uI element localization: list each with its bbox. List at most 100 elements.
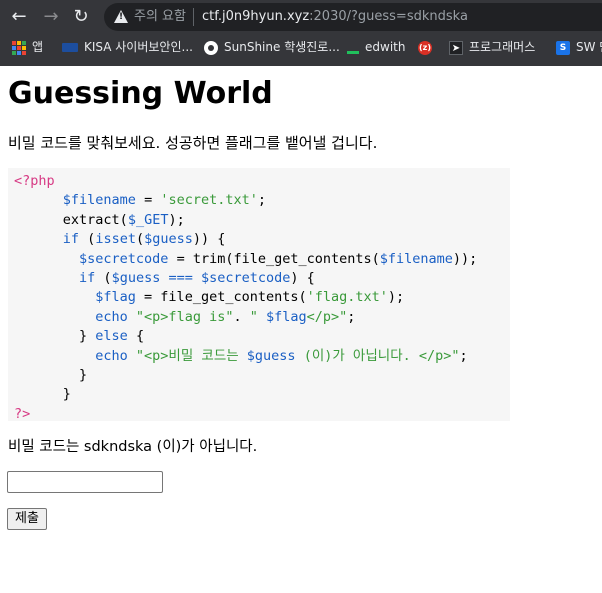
z-icon: (z) xyxy=(418,40,432,55)
code-token: === xyxy=(160,270,201,286)
code-token: $guess xyxy=(144,231,193,248)
bookmark-label: KISA 사이버보안인... xyxy=(84,40,193,54)
bookmark-label: 프로그래머스 xyxy=(469,40,536,54)
bookmark-label: SunShine 학생진로... xyxy=(224,40,340,54)
back-arrow-icon[interactable]: ← xyxy=(8,6,30,28)
bookmark-kisa[interactable]: KISA 사이버보안인... xyxy=(62,38,193,56)
code-line: $filename = 'secret.txt'; xyxy=(14,191,266,210)
code-token: } xyxy=(79,328,96,345)
code-token: <?php xyxy=(14,173,55,189)
code-token: echo xyxy=(95,308,128,325)
bookmark-edwith[interactable]: edwith xyxy=(347,38,405,56)
page-content: Guessing World 비밀 코드를 맞춰보세요. 성공하면 플래그를 뱉… xyxy=(0,66,602,593)
code-token: isset xyxy=(95,231,136,248)
bookmark-apps[interactable]: 앱 xyxy=(12,38,43,56)
code-token: $filename xyxy=(379,250,453,267)
code-line: echo "<p>flag is". " $flag</p>"; xyxy=(14,308,355,327)
code-line: extract($_GET); xyxy=(14,211,185,230)
code-token: else xyxy=(95,328,128,345)
code-token: ); xyxy=(168,211,185,228)
code-line: if (isset($guess)) { xyxy=(14,230,226,249)
page-description: 비밀 코드를 맞춰보세요. 성공하면 플래그를 뱉어낼 겁니다. xyxy=(8,134,378,152)
code-token: = file_get_contents( xyxy=(135,289,307,306)
code-token: ); xyxy=(387,289,405,306)
code-line: } xyxy=(14,385,71,404)
code-line: <?php xyxy=(14,172,55,191)
url-separator xyxy=(193,8,194,26)
warning-icon[interactable] xyxy=(114,10,128,23)
code-token: = trim(file_get_contents( xyxy=(168,250,380,267)
bookmark-programmers[interactable]: ➤ 프로그래머스 xyxy=(449,38,535,56)
submit-button[interactable]: 제출 xyxy=(7,508,47,530)
bookmark-sw[interactable]: S SW 단 xyxy=(556,38,602,56)
page-title: Guessing World xyxy=(8,76,273,111)
forward-arrow-icon[interactable]: → xyxy=(40,6,62,28)
code-line: } else { xyxy=(14,327,144,346)
edwith-icon xyxy=(347,41,359,54)
code-token: ?> xyxy=(14,405,31,422)
code-token: = xyxy=(135,192,161,209)
code-token: $filename xyxy=(62,192,136,209)
php-source-code: <?php $filename = 'secret.txt'; extract(… xyxy=(8,168,510,424)
kisa-logo-icon xyxy=(62,43,78,52)
sunshine-icon xyxy=(204,40,218,55)
code-token: "<p>비밀 코드는 xyxy=(127,347,247,364)
address-bar[interactable]: 주의 요함 ctf.j0n9hyun.xyz:2030/?guess=sdknd… xyxy=(104,3,602,31)
browser-chrome: ← → ↻ 주의 요함 ctf.j0n9hyun.xyz:2030/?guess… xyxy=(0,0,602,66)
bookmark-label: SW 단 xyxy=(576,40,602,54)
code-token: " xyxy=(249,308,258,325)
code-token: . xyxy=(233,308,250,325)
url-text[interactable]: ctf.j0n9hyun.xyz:2030/?guess=sdkndska xyxy=(202,9,468,25)
bookmark-z[interactable]: (z) xyxy=(418,38,438,56)
code-token: ) { xyxy=(290,270,315,286)
code-token: $secretcode xyxy=(79,250,169,267)
code-token: } xyxy=(62,386,71,403)
code-token: ( xyxy=(95,270,112,286)
code-token: </p>" xyxy=(306,308,348,325)
code-token: )); xyxy=(452,250,478,267)
bookmarks-bar: 앱 KISA 사이버보안인... SunShine 학생진로... edwith… xyxy=(0,34,602,60)
apps-grid-icon xyxy=(12,40,26,55)
code-token: ( xyxy=(79,231,96,248)
code-token: 'secret.txt' xyxy=(160,192,258,209)
url-path: :2030/?guess=sdkndska xyxy=(309,9,468,24)
security-label[interactable]: 주의 요함 xyxy=(134,9,186,25)
result-message: 비밀 코드는 sdkndska (이)가 아닙니다. xyxy=(8,439,258,455)
code-token: ; xyxy=(257,192,267,209)
guess-input[interactable] xyxy=(7,471,163,493)
code-token: if xyxy=(62,231,80,248)
programmers-icon: ➤ xyxy=(449,40,463,55)
code-token: $flag xyxy=(257,308,307,325)
code-token: echo xyxy=(95,347,128,364)
bookmark-sunshine[interactable]: SunShine 학생진로... xyxy=(204,38,340,56)
code-token: $_GET xyxy=(127,211,169,228)
bookmark-label: edwith xyxy=(365,40,406,54)
code-token: )) { xyxy=(192,231,226,248)
code-token: ( xyxy=(135,231,145,248)
reload-icon[interactable]: ↻ xyxy=(70,6,92,28)
code-token: ; xyxy=(459,347,468,364)
code-line: echo "<p>비밀 코드는 $guess (이)가 아닙니다. </p>"; xyxy=(14,347,468,366)
code-line: } xyxy=(14,366,87,385)
code-token: "<p>flag is" xyxy=(127,308,234,325)
code-token: ; xyxy=(347,308,356,325)
sw-icon: S xyxy=(556,40,570,55)
code-line: ?> xyxy=(14,405,30,424)
code-token: extract( xyxy=(62,211,128,228)
url-host: ctf.j0n9hyun.xyz xyxy=(202,9,310,24)
code-line: $secretcode = trim(file_get_contents($fi… xyxy=(14,250,477,269)
code-token: { xyxy=(127,328,145,345)
code-token: } xyxy=(79,367,88,383)
code-token: $flag xyxy=(95,289,136,306)
